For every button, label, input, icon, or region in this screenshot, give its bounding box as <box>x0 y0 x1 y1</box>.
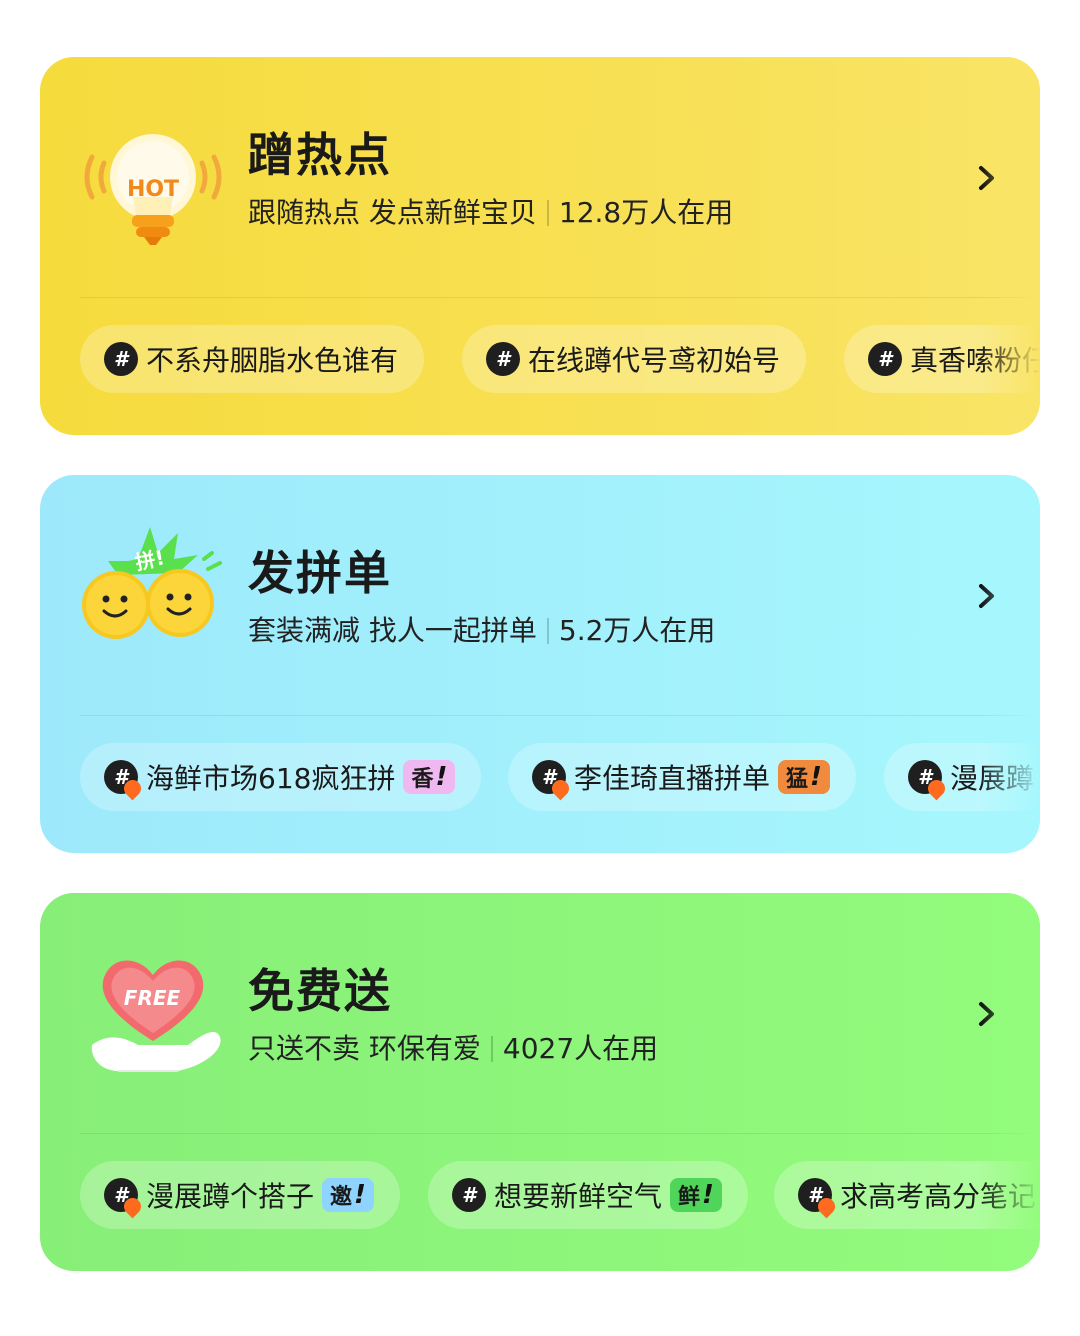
card-subtitle: 套装满减 找人一起拼单 5.2万人在用 <box>248 613 715 649</box>
tag-label: 漫展蹲 <box>950 762 1035 795</box>
card-description: 跟随热点 发点新鲜宝贝 <box>248 196 537 229</box>
card-description: 套装满减 找人一起拼单 <box>248 614 537 647</box>
topic-tag[interactable]: # 不系舟胭脂水色谁有 <box>80 325 425 393</box>
tag-badge: 香! <box>403 760 456 794</box>
tag-label: 真香嗦粉仔 <box>910 344 1040 377</box>
separator <box>546 618 549 644</box>
card-group-buy[interactable]: 拼! 发拼单 套装满减 找人一起拼单 5.2万人在用 # 海鲜市场618疯狂拼 香… <box>40 475 1040 853</box>
chevron-right-icon[interactable] <box>968 996 1004 1032</box>
card-description: 只送不卖 环保有爱 <box>248 1032 481 1065</box>
tag-label: 求高考高分笔记 <box>840 1180 1037 1213</box>
card-subtitle: 只送不卖 环保有爱 4027人在用 <box>248 1031 658 1067</box>
topic-tag[interactable]: # 真香嗦粉仔 <box>844 325 1040 393</box>
hashtag-icon: # <box>868 342 902 376</box>
chevron-right-icon[interactable] <box>968 160 1004 196</box>
hashtag-icon: # <box>104 342 138 376</box>
chevron-right-icon[interactable] <box>968 578 1004 614</box>
divider <box>80 715 1040 716</box>
card-free-giveaway[interactable]: FREE 免费送 只送不卖 环保有爱 4027人在用 # 漫展蹲个搭子 邀! # … <box>40 893 1040 1271</box>
card-hot-topics[interactable]: HOT 蹭热点 跟随热点 发点新鲜宝贝 12.8万人在用 # 不系舟胭脂水色谁有 … <box>40 57 1040 435</box>
divider <box>80 1133 1040 1134</box>
topic-tag[interactable]: # 漫展蹲个搭子 邀! <box>80 1161 400 1229</box>
tag-label: 在线蹲代号鸢初始号 <box>528 344 781 377</box>
tag-label: 不系舟胭脂水色谁有 <box>146 344 399 377</box>
card-title: 发拼单 <box>248 546 392 600</box>
users-count: 5.2万人在用 <box>558 614 716 647</box>
tag-label: 想要新鲜空气 <box>494 1180 663 1213</box>
tag-badge: 鲜! <box>670 1178 722 1212</box>
tag-label: 海鲜市场618疯狂拼 <box>146 762 396 795</box>
hot-hashtag-icon: # <box>104 1178 145 1219</box>
hot-hashtag-icon: # <box>798 1178 839 1219</box>
hot-hashtag-icon: # <box>532 760 573 801</box>
tag-badge: 邀! <box>322 1178 374 1212</box>
smiley-faces-icon: 拼! <box>78 515 228 665</box>
topic-tag[interactable]: # 在线蹲代号鸢初始号 <box>462 325 807 393</box>
hot-hashtag-icon: # <box>104 760 145 801</box>
heart-hand-icon: FREE <box>78 933 228 1083</box>
topic-tag[interactable]: # 漫展蹲 <box>884 743 1040 811</box>
hashtag-icon: # <box>486 342 520 376</box>
separator <box>490 1036 493 1062</box>
svg-text:FREE: FREE <box>124 986 181 1010</box>
hot-hashtag-icon: # <box>908 760 949 801</box>
users-count: 4027人在用 <box>502 1032 659 1065</box>
users-count: 12.8万人在用 <box>558 196 734 229</box>
tag-label: 李佳琦直播拼单 <box>574 762 771 795</box>
tag-label: 漫展蹲个搭子 <box>146 1180 315 1213</box>
topic-tags: # 不系舟胭脂水色谁有 # 在线蹲代号鸢初始号 # 真香嗦粉仔 <box>80 325 1040 395</box>
topic-tag[interactable]: # 李佳琦直播拼单 猛! <box>508 743 856 811</box>
card-subtitle: 跟随热点 发点新鲜宝贝 12.8万人在用 <box>248 195 733 231</box>
separator <box>546 200 549 226</box>
topic-tags: # 漫展蹲个搭子 邀! # 想要新鲜空气 鲜! # 求高考高分笔记 <box>80 1161 1040 1231</box>
topic-tag[interactable]: # 想要新鲜空气 鲜! <box>428 1161 748 1229</box>
tag-badge: 猛! <box>778 760 830 794</box>
hashtag-icon: # <box>452 1178 486 1212</box>
hot-lightbulb-icon: HOT <box>78 97 228 247</box>
topic-tag[interactable]: # 求高考高分笔记 <box>774 1161 1040 1229</box>
topic-tags: # 海鲜市场618疯狂拼 香! # 李佳琦直播拼单 猛! # 漫展蹲 <box>80 743 1040 813</box>
topic-tag[interactable]: # 海鲜市场618疯狂拼 香! <box>80 743 482 811</box>
divider <box>80 297 1040 298</box>
card-title: 免费送 <box>248 964 392 1018</box>
card-title: 蹭热点 <box>248 128 392 182</box>
svg-text:HOT: HOT <box>127 177 179 202</box>
